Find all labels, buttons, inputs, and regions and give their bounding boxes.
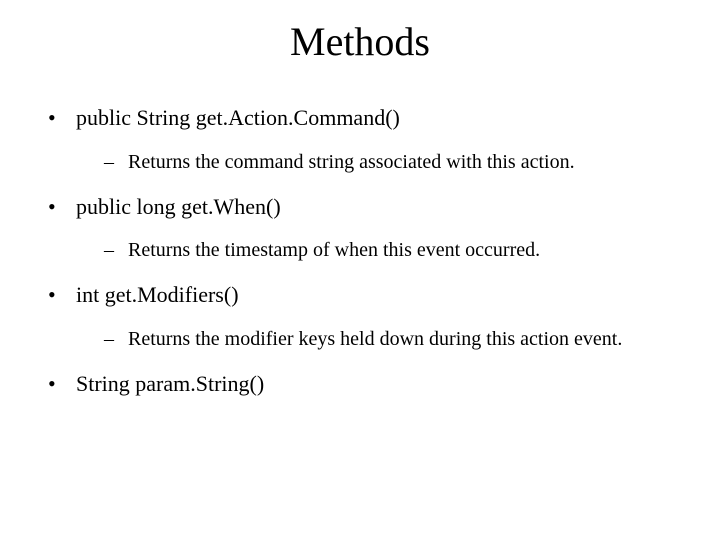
list-item: String param.String() <box>48 369 692 399</box>
list-item: int get.Modifiers() Returns the modifier… <box>48 280 692 355</box>
sub-list: Returns the command string associated wi… <box>76 147 692 178</box>
sub-list-item: Returns the timestamp of when this event… <box>104 235 692 266</box>
list-item-text: String param.String() <box>76 371 264 396</box>
bullet-list: public String get.Action.Command() Retur… <box>0 103 720 399</box>
list-item: public String get.Action.Command() Retur… <box>48 103 692 178</box>
sub-list: Returns the modifier keys held down duri… <box>76 324 692 355</box>
list-item-text: public String get.Action.Command() <box>76 105 400 130</box>
list-item-text: public long get.When() <box>76 194 281 219</box>
sub-list-item-text: Returns the modifier keys held down duri… <box>128 328 622 350</box>
sub-list-item-text: Returns the command string associated wi… <box>128 151 575 173</box>
sub-list: Returns the timestamp of when this event… <box>76 235 692 266</box>
list-item: public long get.When() Returns the times… <box>48 192 692 267</box>
list-item-text: int get.Modifiers() <box>76 282 239 307</box>
slide: Methods public String get.Action.Command… <box>0 18 720 540</box>
sub-list-item: Returns the modifier keys held down duri… <box>104 324 692 355</box>
slide-title: Methods <box>0 18 720 65</box>
sub-list-item-text: Returns the timestamp of when this event… <box>128 239 540 261</box>
sub-list-item: Returns the command string associated wi… <box>104 147 692 178</box>
